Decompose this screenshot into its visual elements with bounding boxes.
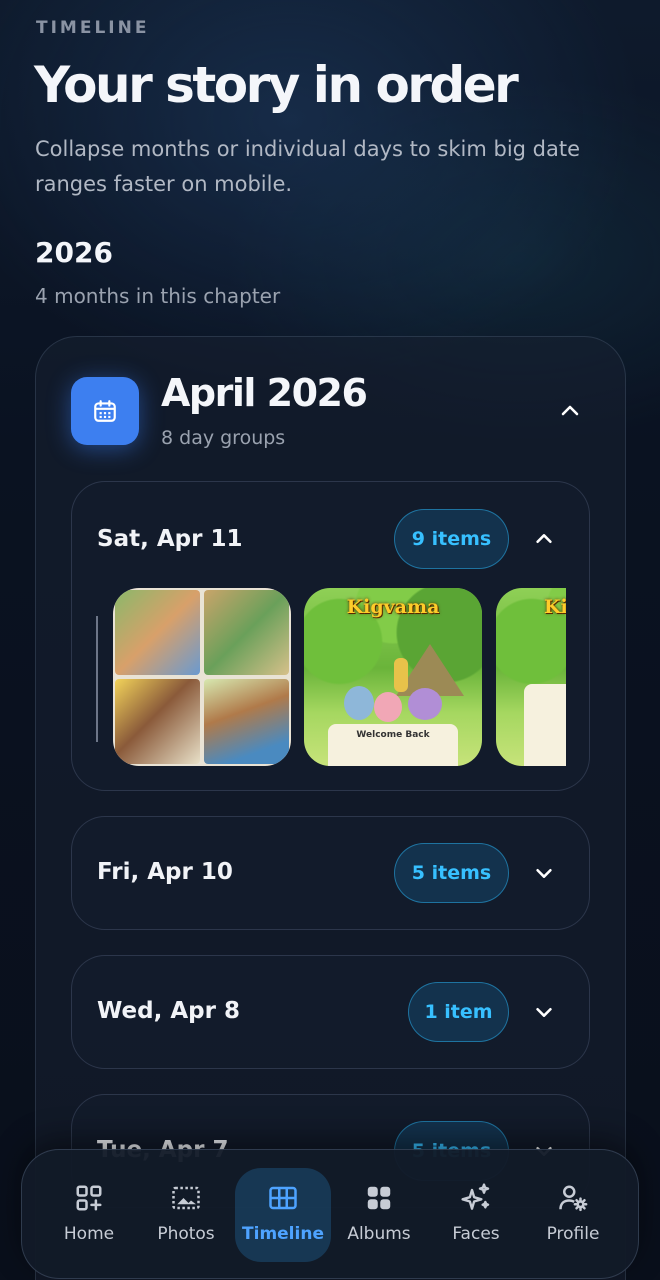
- month-title: April 2026: [161, 371, 368, 415]
- nav-label: Home: [63, 1224, 115, 1244]
- nav-label: Photos: [157, 1224, 215, 1244]
- bottom-nav: Home Photos Timeline Albums Faces Profil…: [21, 1149, 639, 1279]
- nav-label: Timeline: [242, 1224, 324, 1244]
- chevron-down-icon: [536, 868, 552, 878]
- home-grid-plus-icon: [73, 1182, 105, 1214]
- albums-icon: [363, 1182, 395, 1214]
- page-title: Your story in order: [34, 56, 519, 114]
- nav-label: Faces: [452, 1224, 500, 1244]
- day-group-sat-apr-11[interactable]: Sat, Apr 11 9 items Kigvama Welcome Back…: [71, 481, 590, 791]
- day-group-fri-apr-10[interactable]: Fri, Apr 10 5 items: [71, 816, 590, 930]
- page-subtitle: Collapse months or individual days to sk…: [35, 137, 581, 196]
- nav-timeline[interactable]: Timeline: [235, 1168, 331, 1262]
- item-count-badge: 1 item: [408, 982, 509, 1042]
- thumbnail-caption: Ki: [544, 596, 566, 618]
- chevron-up-icon: [536, 534, 552, 544]
- day-collapse-toggle[interactable]: [529, 524, 559, 554]
- thumbnail-game-screen[interactable]: Kigvama Welcome Back: [304, 588, 482, 766]
- sparkles-icon: [460, 1182, 492, 1214]
- day-label: Fri, Apr 10: [97, 859, 233, 885]
- year-summary: 4 months in this chapter: [35, 284, 281, 308]
- nav-albums[interactable]: Albums: [333, 1168, 425, 1262]
- day-expand-toggle[interactable]: [529, 858, 559, 888]
- photos-icon: [170, 1182, 202, 1214]
- timeline-grid-icon: [267, 1182, 299, 1214]
- nav-label: Albums: [347, 1224, 411, 1244]
- day-label: Wed, Apr 8: [97, 998, 240, 1024]
- item-count-badge: 9 items: [394, 509, 509, 569]
- chevron-down-icon: [536, 1007, 552, 1017]
- month-subtitle: 8 day groups: [161, 427, 286, 449]
- calendar-icon: [71, 377, 139, 445]
- nav-home[interactable]: Home: [43, 1168, 135, 1262]
- day-label: Sat, Apr 11: [97, 526, 243, 552]
- month-collapse-toggle[interactable]: [554, 395, 586, 427]
- month-card: April 2026 8 day groups Sat, Apr 11 9 it…: [35, 336, 626, 1280]
- thumbnail-storybook[interactable]: [113, 588, 291, 766]
- thumbnail-panel-text: Welcome Back: [328, 724, 458, 766]
- item-count-badge: 5 items: [394, 843, 509, 903]
- day-group-wed-apr-8[interactable]: Wed, Apr 8 1 item: [71, 955, 590, 1069]
- thumbnail-caption: Kigvama: [346, 596, 440, 618]
- scroll-indicator: [96, 616, 98, 742]
- day-expand-toggle[interactable]: [529, 997, 559, 1027]
- thumbnail-strip[interactable]: Kigvama Welcome Back Ki: [96, 588, 566, 766]
- thumbnail-game-screen-2[interactable]: Ki: [496, 588, 566, 766]
- year-title: 2026: [35, 236, 113, 269]
- chevron-up-icon: [561, 405, 579, 416]
- nav-faces[interactable]: Faces: [430, 1168, 522, 1262]
- nav-label: Profile: [546, 1224, 600, 1244]
- nav-profile[interactable]: Profile: [527, 1168, 619, 1262]
- profile-gear-icon: [557, 1182, 589, 1214]
- nav-photos[interactable]: Photos: [140, 1168, 232, 1262]
- page-eyebrow: TIMELINE: [36, 18, 150, 38]
